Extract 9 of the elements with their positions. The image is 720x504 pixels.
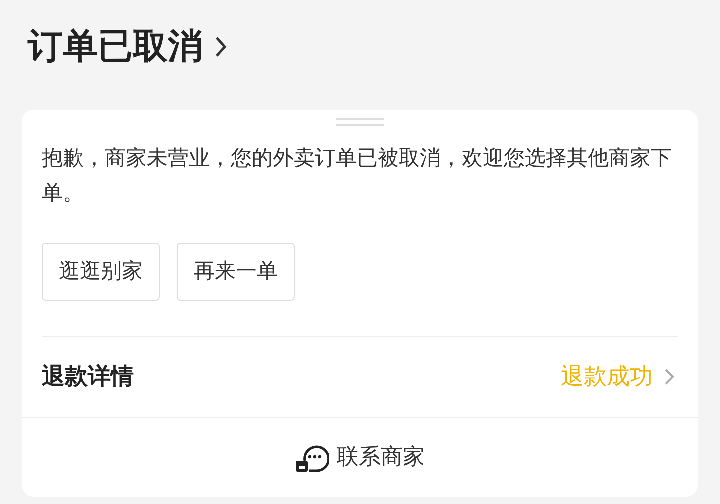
- chevron-right-icon[interactable]: [215, 36, 227, 58]
- cancel-message: 抱歉，商家未营业，您的外卖订单已被取消，欢迎您选择其他商家下单。: [41, 145, 673, 207]
- action-button[interactable]: 逛逛别家: [42, 243, 160, 301]
- contact-merchant-button[interactable]: 联系商家: [295, 441, 425, 474]
- page-title: 订单已取消: [28, 30, 203, 64]
- action-button[interactable]: 再来一单: [177, 243, 295, 301]
- chat-store-icon: [295, 442, 329, 472]
- refund-details-label: 退款详情: [42, 362, 134, 392]
- drag-handle-icon[interactable]: [336, 118, 384, 127]
